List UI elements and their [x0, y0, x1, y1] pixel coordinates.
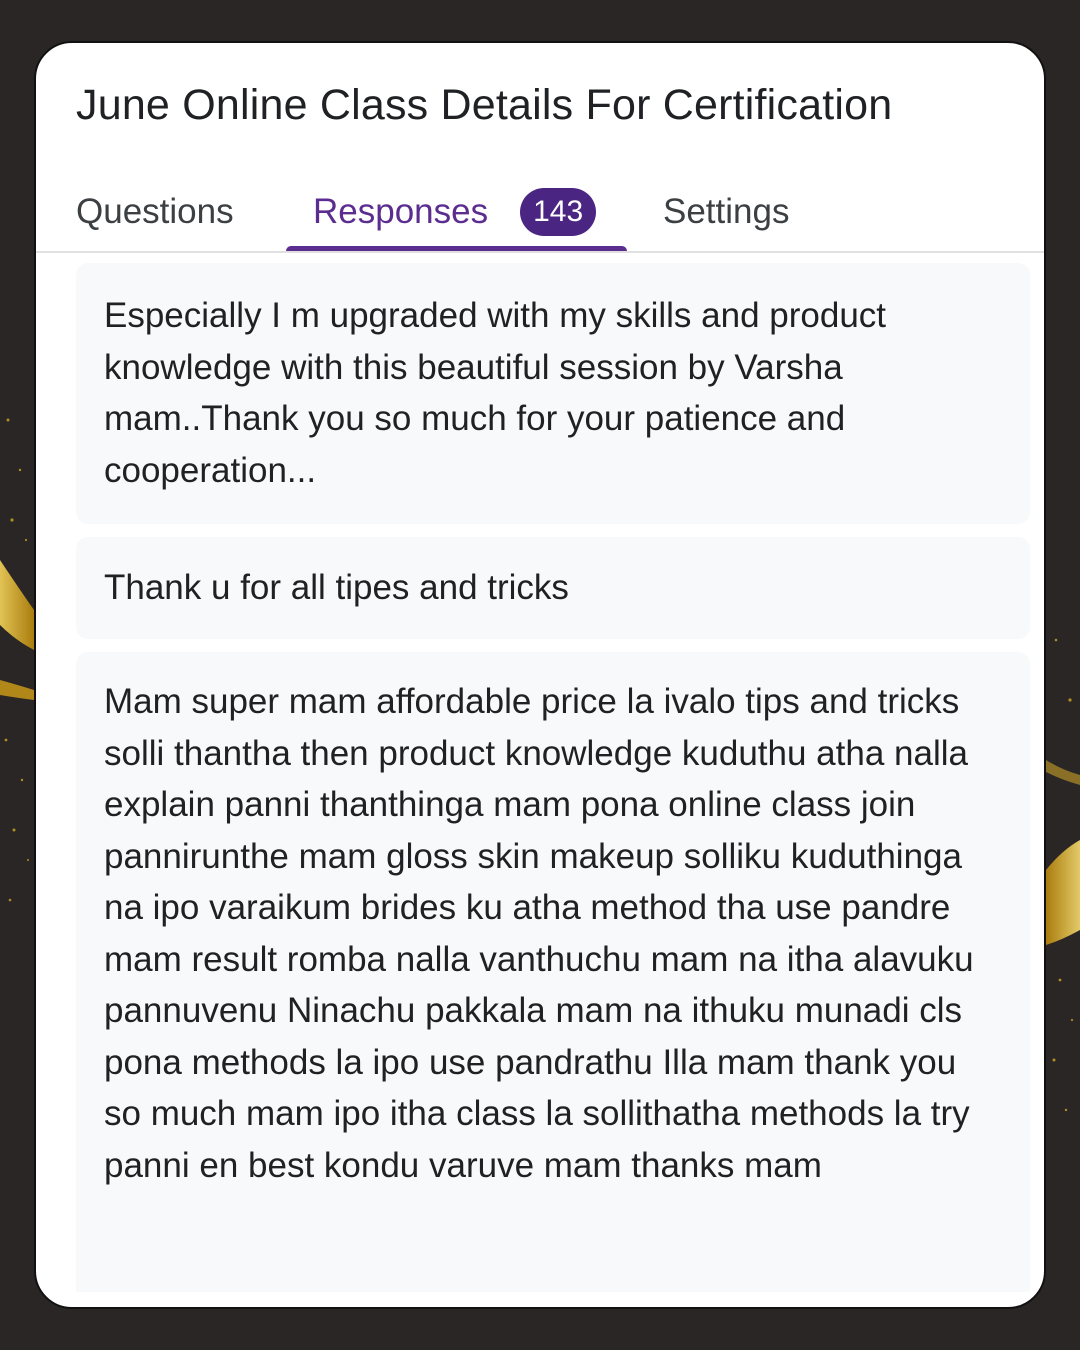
response-item: Especially I m upgraded with my skills a…: [76, 263, 1030, 524]
response-item: Thank u for all tipes and tricks: [76, 537, 1030, 639]
tab-bar: Questions Responses 143 Settings: [36, 173, 1044, 253]
active-tab-indicator: [286, 246, 627, 251]
responses-count-badge: 143: [520, 188, 597, 236]
tab-questions[interactable]: Questions: [76, 173, 234, 251]
tab-responses[interactable]: Responses 143: [286, 173, 627, 251]
responses-list: Especially I m upgraded with my skills a…: [76, 263, 1030, 1292]
response-item: Mam super mam affordable price la ivalo …: [76, 652, 1030, 1292]
tab-responses-label: Responses: [313, 192, 489, 231]
tab-settings[interactable]: Settings: [663, 173, 789, 251]
form-title: June Online Class Details For Certificat…: [76, 81, 893, 129]
form-card: June Online Class Details For Certificat…: [34, 41, 1046, 1309]
